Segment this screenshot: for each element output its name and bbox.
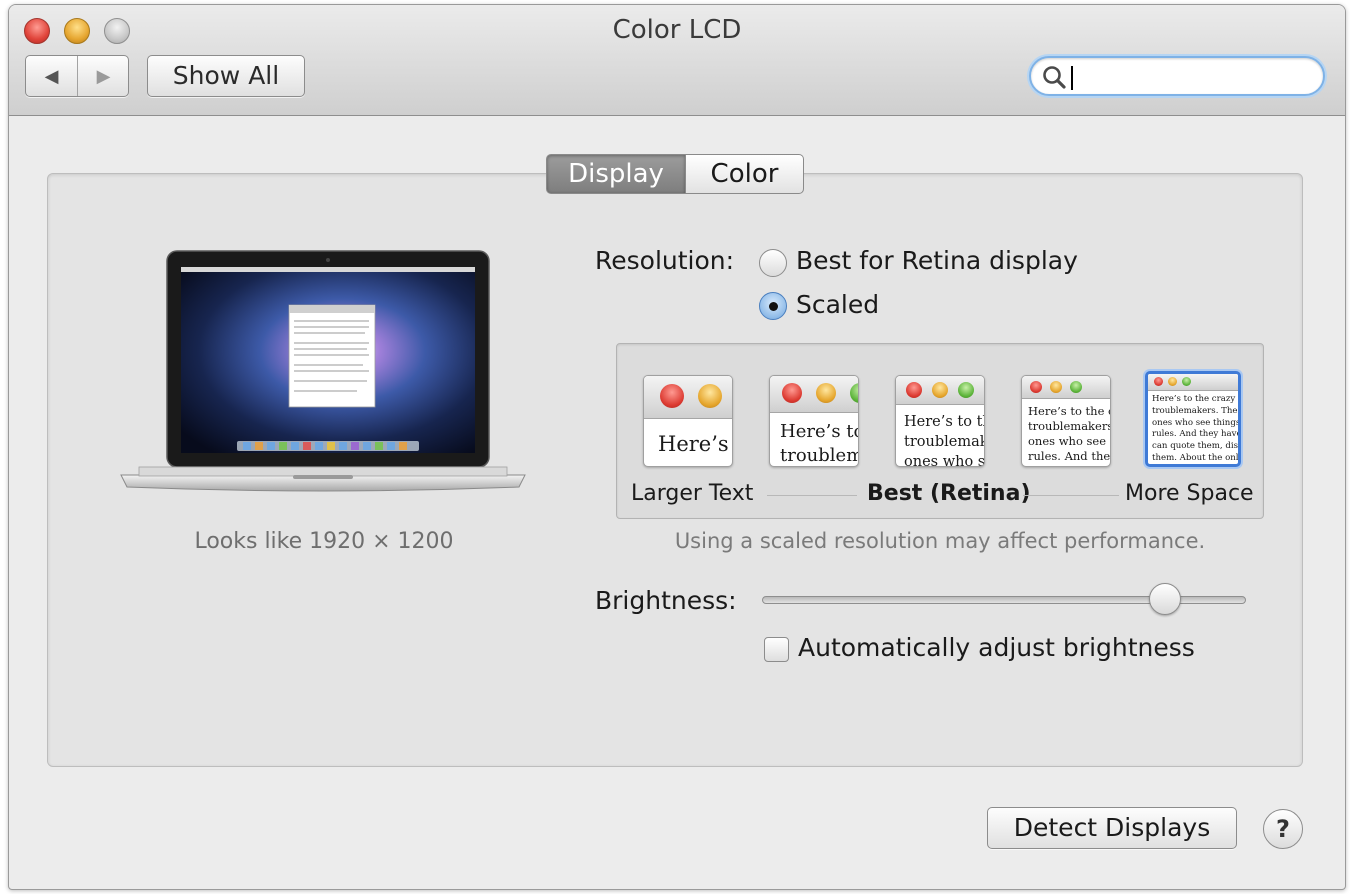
scale-divider-right xyxy=(1023,495,1119,496)
yellow-dot-icon xyxy=(932,382,948,398)
resolution-caption: Looks like 1920 × 1200 xyxy=(194,529,454,554)
scale-option-4[interactable]: Here’s to the cr troublemakers. ones who… xyxy=(1021,375,1111,467)
brightness-label: Brightness: xyxy=(595,586,737,615)
option-best-for-retina-label[interactable]: Best for Retina display xyxy=(796,246,1078,275)
red-dot-icon xyxy=(660,384,684,408)
scale-option-larger-text[interactable]: Here’s xyxy=(643,375,733,467)
thumb-sample-text: Here’s xyxy=(658,432,729,456)
question-mark-icon: ? xyxy=(1276,815,1290,843)
red-dot-icon xyxy=(782,383,802,403)
thumb-sample-text: Here’s to th troublemak ones who s xyxy=(904,414,985,467)
scale-label-more-space: More Space xyxy=(1125,481,1254,506)
search-icon xyxy=(1043,66,1066,89)
option-scaled-label[interactable]: Scaled xyxy=(796,290,879,319)
scale-divider-left xyxy=(767,495,857,496)
chevron-left-icon: ◀ xyxy=(44,65,59,87)
scale-option-2[interactable]: Here’s to troublem xyxy=(769,375,859,467)
thumb-titlebar xyxy=(1022,376,1110,399)
resolution-label: Resolution: xyxy=(595,246,735,275)
window-title: Color LCD xyxy=(612,15,742,45)
auto-brightness-checkbox[interactable] xyxy=(764,637,789,662)
back-button[interactable]: ◀ xyxy=(26,56,78,96)
detect-displays-button[interactable]: Detect Displays xyxy=(987,807,1237,849)
thumb-sample-text: Here’s to troublem xyxy=(780,421,859,466)
search-field[interactable] xyxy=(1029,56,1325,96)
tab-color[interactable]: Color xyxy=(686,154,804,194)
green-dot-icon xyxy=(1182,377,1191,386)
performance-note: Using a scaled resolution may affect per… xyxy=(674,529,1206,553)
scale-option-more-space[interactable]: Here’s to the crazy ones troublemakers. … xyxy=(1145,371,1241,467)
green-dot-icon xyxy=(1070,381,1082,393)
tab-display[interactable]: Display xyxy=(546,154,686,194)
yellow-dot-icon xyxy=(698,384,722,408)
red-dot-icon xyxy=(1154,377,1163,386)
thumb-titlebar xyxy=(770,376,858,413)
yellow-dot-icon xyxy=(816,383,836,403)
tab-bar: Display Color xyxy=(546,154,804,194)
forward-button[interactable]: ▶ xyxy=(78,56,129,96)
title-bar: Color LCD ◀ ▶ Show All xyxy=(9,5,1345,116)
preferences-window: Color LCD ◀ ▶ Show All Display Color Loo… xyxy=(8,4,1346,890)
thumb-titlebar xyxy=(896,376,984,405)
search-input[interactable] xyxy=(1069,62,1319,92)
help-button[interactable]: ? xyxy=(1263,809,1303,849)
thumb-sample-text: Here’s to the cr troublemakers. ones who… xyxy=(1028,404,1111,463)
radio-scaled[interactable] xyxy=(759,292,787,320)
thumb-sample-text: Here’s to the crazy ones troublemakers. … xyxy=(1152,394,1241,463)
red-dot-icon xyxy=(1030,381,1042,393)
yellow-dot-icon xyxy=(1168,377,1177,386)
thumb-titlebar xyxy=(644,376,732,419)
laptop-preview-image xyxy=(120,250,526,492)
scale-label-best-retina: Best (Retina) xyxy=(867,481,1031,506)
green-dot-icon xyxy=(850,383,858,403)
text-caret xyxy=(1071,66,1073,90)
yellow-dot-icon xyxy=(1050,381,1062,393)
scale-label-larger-text: Larger Text xyxy=(631,481,754,506)
scale-option-best-retina[interactable]: Here’s to th troublemak ones who s xyxy=(895,375,985,467)
red-dot-icon xyxy=(906,382,922,398)
radio-best-for-retina[interactable] xyxy=(759,249,787,277)
show-all-button[interactable]: Show All xyxy=(147,55,305,97)
chevron-right-icon: ▶ xyxy=(96,65,111,87)
auto-brightness-label[interactable]: Automatically adjust brightness xyxy=(798,633,1195,662)
green-dot-icon xyxy=(958,382,974,398)
back-forward-control: ◀ ▶ xyxy=(25,55,129,97)
radio-selected-dot xyxy=(769,302,778,311)
thumb-titlebar xyxy=(1148,374,1238,391)
